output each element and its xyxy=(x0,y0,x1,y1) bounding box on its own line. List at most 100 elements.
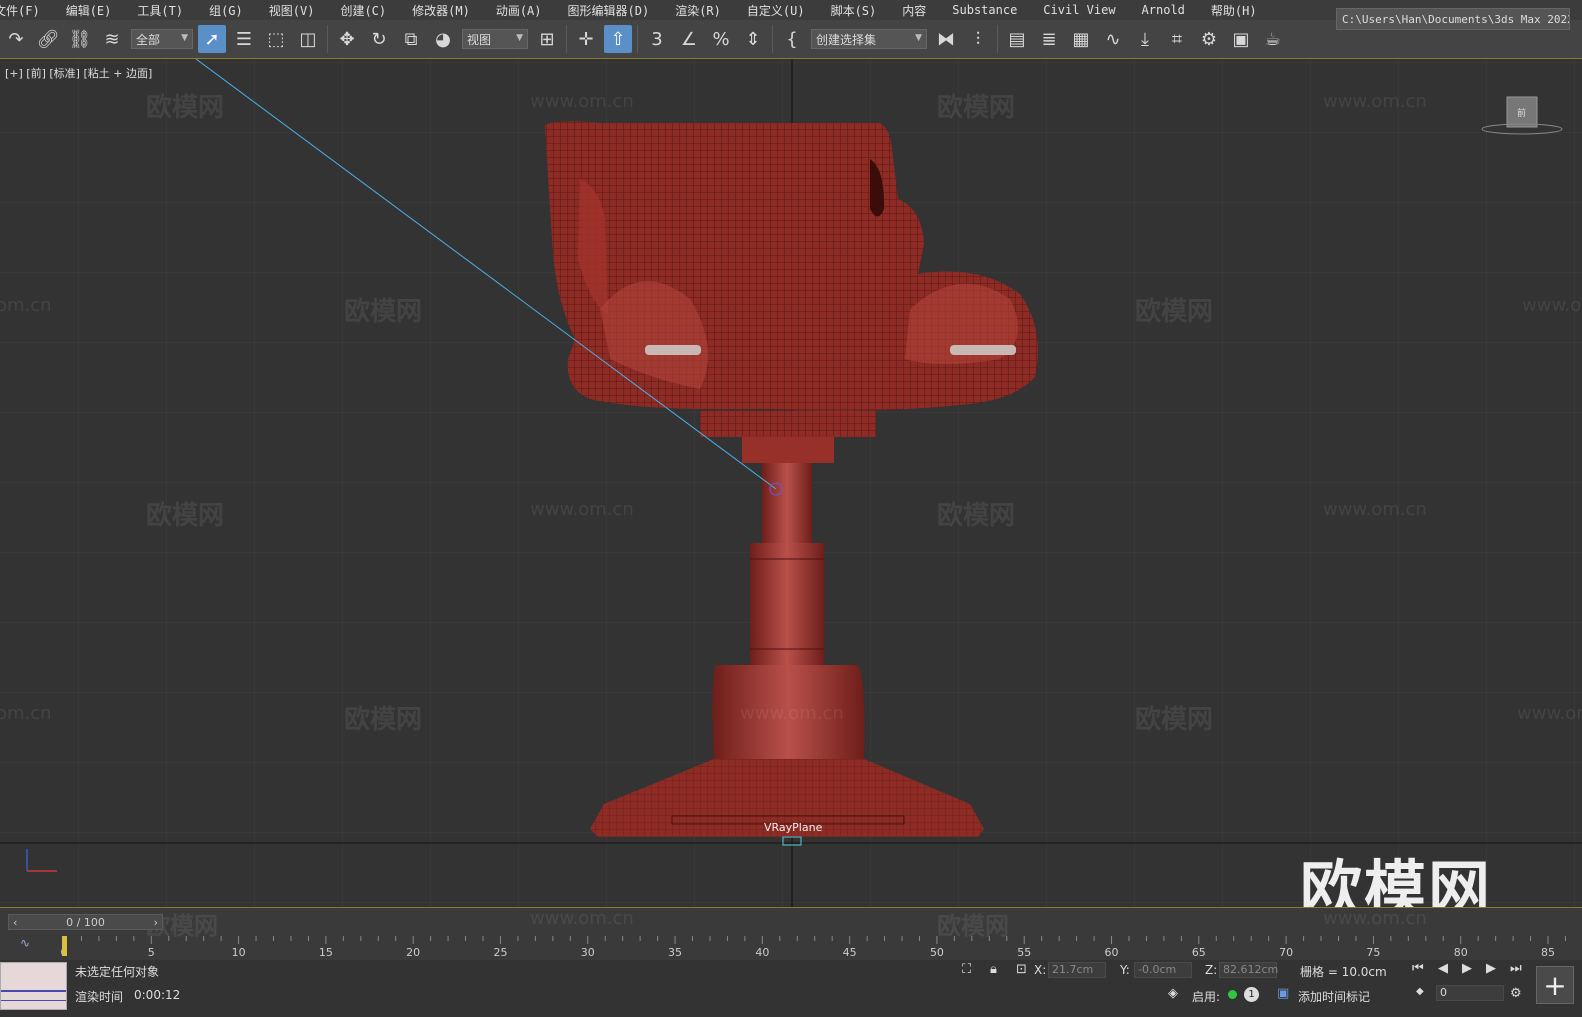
watermark: www.om.cn xyxy=(740,703,844,724)
time-tag-icon[interactable]: ▣ xyxy=(1277,986,1289,1001)
watermark: www.om.cn xyxy=(530,908,634,929)
menu-item[interactable]: Substance xyxy=(939,3,1030,17)
watermark: 欧模网 xyxy=(146,93,225,123)
lock-selection-icon[interactable]: 🔒︎ xyxy=(990,962,997,977)
menu-item[interactable]: 视图(V) xyxy=(256,2,328,19)
link-icon[interactable]: 🔗︎ xyxy=(34,25,62,53)
timeline-tick-label: 15 xyxy=(319,946,333,958)
menu-item[interactable]: 脚本(S) xyxy=(818,2,890,19)
watermark: om.cn xyxy=(0,295,52,316)
unlink-icon[interactable]: ⛓︎ xyxy=(66,25,94,53)
select-object-icon[interactable]: ➚ xyxy=(198,25,226,53)
menu-item[interactable]: 创建(C) xyxy=(327,2,399,19)
rendered-frame-window-icon[interactable]: ▣ xyxy=(1227,25,1255,53)
edit-named-selection-icon[interactable]: { xyxy=(778,25,806,53)
y-coordinate-field[interactable]: -0.0cm xyxy=(1134,962,1192,978)
status-indicator-icon xyxy=(1228,990,1237,999)
render-production-icon[interactable]: ☕︎ xyxy=(1259,25,1287,53)
schematic-view-icon[interactable]: ⌗ xyxy=(1163,25,1191,53)
mirror-icon[interactable]: ⧓ xyxy=(932,25,960,53)
front-viewport[interactable]: [+] [前] [标准] [粘土 + 边面] 前 VRayPlane 欧模网 w… xyxy=(0,59,1582,907)
menu-item[interactable]: 内容 xyxy=(889,2,939,19)
menu-item[interactable]: 动画(A) xyxy=(483,2,555,19)
ribbon-icon[interactable]: ▦ xyxy=(1067,25,1095,53)
mini-curve-editor-icon[interactable]: ∿ xyxy=(20,936,30,950)
maxscript-listener-thumbnail[interactable] xyxy=(0,962,67,1010)
x-coordinate-field[interactable]: 21.7cm xyxy=(1048,962,1106,978)
previous-frame-icon[interactable]: ◀ xyxy=(1438,961,1448,976)
timeline-tick-label: 10 xyxy=(232,946,246,958)
dope-sheet-icon[interactable]: ⤓ xyxy=(1131,25,1159,53)
isolate-selection-icon[interactable]: ⛶ xyxy=(962,962,971,977)
viewport-label[interactable]: [+] [前] [标准] [粘土 + 边面] xyxy=(5,65,152,81)
goto-end-icon[interactable]: ⏭ xyxy=(1510,961,1522,976)
next-frame-icon[interactable]: › xyxy=(150,916,162,929)
percent-snap-icon[interactable]: % xyxy=(707,25,735,53)
watermark: 欧模网 xyxy=(937,93,1016,123)
timeline-tick-label: 20 xyxy=(406,946,420,958)
current-frame-field[interactable]: 0 xyxy=(1436,985,1504,1001)
scale-icon[interactable]: ⧉ xyxy=(397,25,425,53)
spinner-snap-icon[interactable]: ⇕ xyxy=(739,25,767,53)
project-path-field[interactable]: C:\Users\Han\Documents\3ds Max 2022 xyxy=(1336,8,1570,30)
menu-item[interactable]: Arnold xyxy=(1129,3,1198,17)
adaptive-degradation-icon[interactable]: ◈ xyxy=(1168,986,1178,1001)
watermark: om.cn xyxy=(0,703,52,724)
keyboard-shortcut-toggle-icon[interactable]: ⇧ xyxy=(604,25,632,53)
redo-icon[interactable]: ↷ xyxy=(2,25,30,53)
menu-item[interactable]: 修改器(M) xyxy=(399,2,483,19)
selection-filter-dropdown[interactable]: 全部 ▼ xyxy=(131,29,193,49)
watermark: 欧模网 xyxy=(146,501,225,531)
object-name-label: VRayPlane xyxy=(764,821,823,834)
reference-coordinate-dropdown[interactable]: 视图 ▼ xyxy=(462,29,528,49)
select-manipulate-icon[interactable]: ✛ xyxy=(572,25,600,53)
enable-label: 启用: xyxy=(1192,990,1221,1004)
prev-frame-icon[interactable]: ‹ xyxy=(9,916,21,929)
selection-status: 未选定任何对象 xyxy=(75,965,160,979)
add-button[interactable]: + xyxy=(1536,966,1574,1004)
render-setup-icon[interactable]: ⚙ xyxy=(1195,25,1223,53)
viewcube-label[interactable]: 前 xyxy=(1517,106,1526,119)
select-by-name-icon[interactable]: ☰ xyxy=(230,25,258,53)
window-crossing-icon[interactable]: ◫ xyxy=(294,25,322,53)
menu-item[interactable]: 自定义(U) xyxy=(734,2,818,19)
menu-item[interactable]: 组(G) xyxy=(196,2,256,19)
bind-spacewarp-icon[interactable]: ≋ xyxy=(98,25,126,53)
watermark: 欧模网 xyxy=(1135,297,1214,327)
absolute-mode-icon[interactable]: ⊡ xyxy=(1016,962,1027,977)
place-icon[interactable]: ◕ xyxy=(429,25,457,53)
menu-item[interactable]: 帮助(H) xyxy=(1198,2,1270,19)
layer-explorer-icon[interactable]: ≣ xyxy=(1035,25,1063,53)
grid-size: 栅格 = 10.0cm xyxy=(1300,965,1387,979)
timeline-tick-label: 5 xyxy=(148,946,155,958)
watermark: www.om.cn xyxy=(530,91,634,112)
time-configuration-icon[interactable]: ⚙ xyxy=(1510,986,1522,1001)
scene-explorer-icon[interactable]: ▤ xyxy=(1003,25,1031,53)
menu-item[interactable]: 图形编辑器(D) xyxy=(555,2,663,19)
move-icon[interactable]: ✥ xyxy=(333,25,361,53)
named-selection-dropdown[interactable]: 创建选择集 ▼ xyxy=(811,29,927,49)
curve-editor-icon[interactable]: ∿ xyxy=(1099,25,1127,53)
menu-item[interactable]: 文件(F) xyxy=(0,2,53,19)
timeline-tick-label: 70 xyxy=(1279,946,1293,958)
menu-item[interactable]: 编辑(E) xyxy=(53,2,125,19)
goto-start-icon[interactable]: ⏮ xyxy=(1412,961,1424,976)
watermark: 欧模网 xyxy=(1135,705,1214,735)
z-coordinate-field[interactable]: 82.612cm xyxy=(1219,962,1278,978)
key-mode-icon[interactable]: ◆ xyxy=(1416,986,1424,997)
angle-snap-icon[interactable]: ∠ xyxy=(675,25,703,53)
watermark-large: 欧模网 xyxy=(1300,853,1493,907)
time-slider[interactable]: ‹ 0 / 100 › xyxy=(8,914,163,930)
snaps-toggle-icon[interactable]: 3 xyxy=(643,25,671,53)
add-time-tag[interactable]: 添加时间标记 xyxy=(1298,988,1370,1005)
align-icon[interactable]: ⫶ xyxy=(964,25,992,53)
rotate-icon[interactable]: ↻ xyxy=(365,25,393,53)
play-icon[interactable]: ▶ xyxy=(1462,961,1472,976)
pivot-center-icon[interactable]: ⊞ xyxy=(533,25,561,53)
next-frame-icon[interactable]: ▶ xyxy=(1486,961,1496,976)
rectangular-selection-icon[interactable]: ⬚ xyxy=(262,25,290,53)
menu-item[interactable]: 工具(T) xyxy=(124,2,196,19)
timeline-ruler[interactable]: 0510152025303540455055606570758085 xyxy=(60,936,1572,958)
menu-item[interactable]: Civil View xyxy=(1030,3,1128,17)
menu-item[interactable]: 渲染(R) xyxy=(662,2,734,19)
